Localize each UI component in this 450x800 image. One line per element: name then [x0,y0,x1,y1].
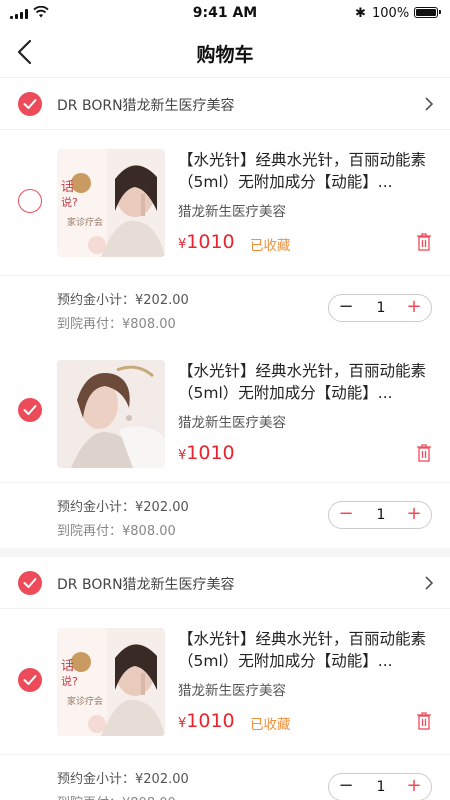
check-icon [23,675,37,685]
quantity-stepper: − 1 + [328,773,432,800]
item-subtotal: 预约金小计：¥202.00 到院再付：¥808.00 − 1 + [0,482,450,548]
price-value: 1010 [186,442,235,464]
quantity-value[interactable]: 1 [363,774,399,800]
item-subtotal: 预约金小计：¥202.00 到院再付：¥808.00 − 1 + [0,275,450,341]
price-value: 1010 [186,231,235,253]
quantity-value[interactable]: 1 [363,502,399,528]
product-title[interactable]: 【水光针】经典水光针，百丽动能素（5ml）无附加成分【动能】... [178,628,438,672]
decrease-button[interactable]: − [329,295,363,321]
cart-item: 【水光针】经典水光针，百丽动能素（5ml）无附加成分【动能】... 猎龙新生医疗… [0,341,450,486]
trash-icon[interactable] [416,712,432,730]
item-checkbox[interactable] [18,189,42,213]
product-price: ¥1010 [178,231,235,253]
store-name[interactable]: DR BORN猎龙新生医疗美容 [57,95,235,115]
product-thumbnail[interactable] [57,360,165,468]
deposit-subtotal: 预约金小计：¥202.00 [57,293,189,308]
item-checkbox[interactable] [18,668,42,692]
svg-text:家诊疗会: 家诊疗会 [67,216,103,228]
decrease-button[interactable]: − [329,502,363,528]
increase-button[interactable]: + [397,774,431,800]
item-subtotal: 预约金小计：¥202.00 到院再付：¥808.00 − 1 + [0,754,450,800]
decrease-button[interactable]: − [329,774,363,800]
balance-due: 到院再付：¥808.00 [57,317,176,332]
cart-item: 话 说? 家诊疗会 【水光针】经典水光针，百丽动能素（5ml）无附加成分【动能】… [0,130,450,275]
trash-icon[interactable] [416,233,432,251]
svg-text:话: 话 [61,659,74,674]
deposit-subtotal: 预约金小计：¥202.00 [57,500,189,515]
bluetooth-icon: ✱ [355,6,366,21]
battery-icon [414,7,441,18]
product-title[interactable]: 【水光针】经典水光针，百丽动能素（5ml）无附加成分【动能】... [178,360,438,404]
favorited-label[interactable]: 已收藏 [250,234,291,254]
favorited-label[interactable]: 已收藏 [250,713,291,733]
quantity-stepper: − 1 + [328,294,432,322]
nav-bar: 购物车 [0,26,450,78]
product-title[interactable]: 【水光针】经典水光针，百丽动能素（5ml）无附加成分【动能】... [178,149,438,193]
store-header[interactable]: DR BORN猎龙新生医疗美容 [0,78,450,130]
product-price: ¥1010 [178,442,235,464]
status-bar: 9:41 AM ✱ 100% [0,0,450,26]
store-checkbox[interactable] [18,92,42,116]
svg-text:说?: 说? [61,674,78,688]
item-checkbox[interactable] [18,398,42,422]
product-price: ¥1010 [178,710,235,732]
product-thumbnail[interactable]: 话 说? 家诊疗会 [57,628,165,736]
increase-button[interactable]: + [397,502,431,528]
check-icon [23,405,37,415]
balance-due: 到院再付：¥808.00 [57,524,176,539]
product-thumbnail[interactable]: 话 说? 家诊疗会 [57,149,165,257]
cart-item: 话 说? 家诊疗会 【水光针】经典水光针，百丽动能素（5ml）无附加成分【动能】… [0,609,450,754]
battery-percent: 100% [372,6,410,21]
check-icon [23,578,37,588]
product-store: 猎龙新生医疗美容 [178,683,286,699]
quantity-value[interactable]: 1 [363,295,399,321]
chevron-right-icon[interactable] [424,576,434,590]
svg-text:家诊疗会: 家诊疗会 [67,695,103,707]
deposit-subtotal: 预约金小计：¥202.00 [57,772,189,787]
store-header[interactable]: DR BORN猎龙新生医疗美容 [0,557,450,609]
page-title: 购物车 [196,44,254,66]
product-store: 猎龙新生医疗美容 [178,204,286,220]
price-value: 1010 [186,710,235,732]
increase-button[interactable]: + [397,295,431,321]
balance-due: 到院再付：¥808.00 [57,792,176,800]
quantity-stepper: − 1 + [328,501,432,529]
store-checkbox[interactable] [18,571,42,595]
check-icon [23,99,37,109]
svg-text:话: 话 [61,180,74,195]
trash-icon[interactable] [416,444,432,462]
chevron-right-icon[interactable] [424,97,434,111]
svg-text:说?: 说? [61,195,78,209]
store-name[interactable]: DR BORN猎龙新生医疗美容 [57,574,235,594]
product-store: 猎龙新生医疗美容 [178,415,286,431]
